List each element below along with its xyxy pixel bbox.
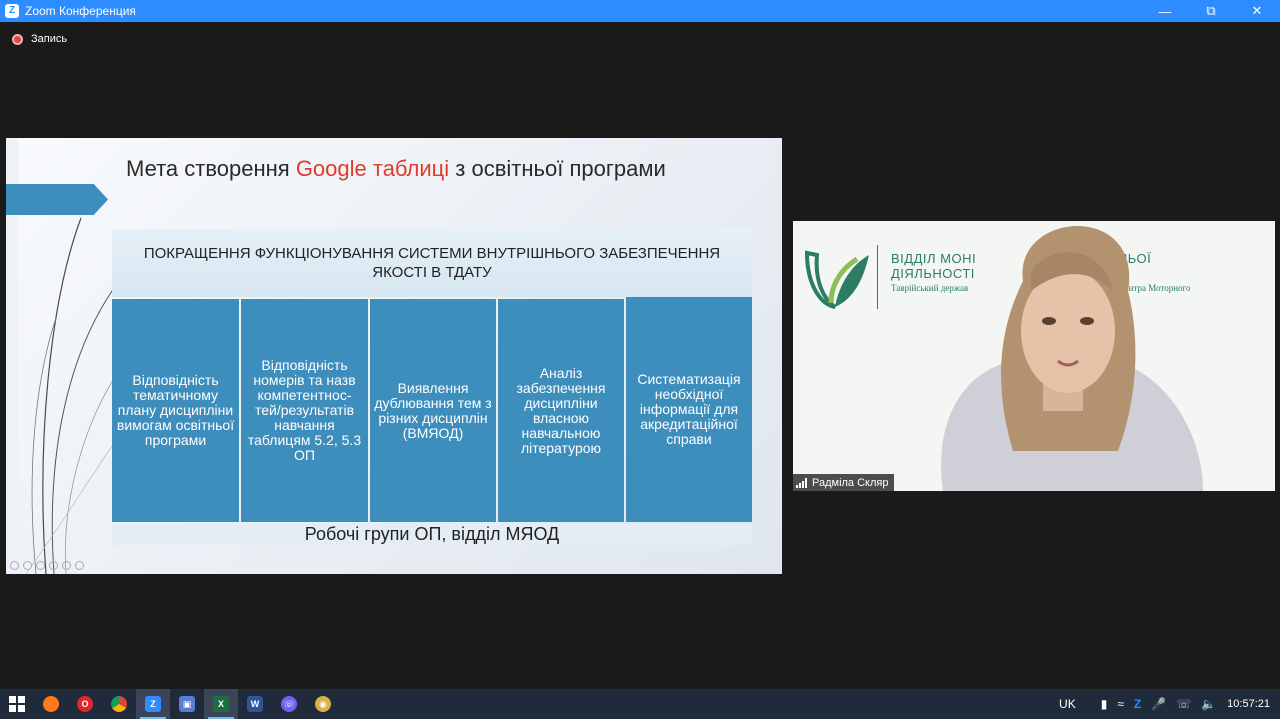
slide-title-part: Мета створення bbox=[126, 156, 296, 181]
slide-prev-icon[interactable] bbox=[10, 561, 19, 570]
system-tray: UK ▮ ≈ Z 🎤 ☏ 🔈 10:57:21 bbox=[1054, 689, 1280, 719]
slide-column-box: Аналіз забезпечення дисципліни власною н… bbox=[498, 299, 624, 522]
taskbar-clock[interactable]: 10:57:21 bbox=[1227, 698, 1270, 710]
zoom-logo-icon: Z bbox=[5, 4, 19, 18]
participant-video[interactable]: ВІДДІЛ МОНІВІТНЬОЇ ДІЯЛЬНОСТІ Таврійськи… bbox=[793, 221, 1275, 491]
slide-column-box: Відповідність номерів та назв компетентн… bbox=[241, 299, 368, 522]
excel-icon[interactable]: X bbox=[204, 689, 238, 719]
recording-indicator[interactable]: Запись bbox=[12, 33, 67, 45]
word-icon[interactable]: W bbox=[238, 689, 272, 719]
signal-strength-icon bbox=[796, 477, 807, 488]
slide-next-icon[interactable] bbox=[23, 561, 32, 570]
viber-icon[interactable]: ☏ bbox=[272, 689, 306, 719]
slide-column-box: Відповідність тематичному плану дисциплі… bbox=[112, 299, 239, 522]
chrome-icon[interactable] bbox=[102, 689, 136, 719]
slide-footer: Робочі групи ОП, відділ МЯОД bbox=[112, 524, 752, 545]
participant-person-image bbox=[941, 226, 1203, 491]
window-controls: — ⧉ ✕ bbox=[1142, 0, 1280, 22]
slide-nav-controls[interactable] bbox=[10, 561, 84, 570]
window-title: Zoom Конференция bbox=[25, 4, 136, 18]
minimize-icon[interactable]: — bbox=[1142, 0, 1188, 22]
battery-icon[interactable]: ▮ bbox=[1101, 697, 1108, 711]
slide-title: Мета створення Google таблиці з освітньо… bbox=[126, 156, 666, 182]
department-logo-icon bbox=[804, 250, 869, 309]
record-dot-icon bbox=[12, 33, 23, 45]
opera-icon[interactable]: O bbox=[68, 689, 102, 719]
logo-divider bbox=[877, 245, 878, 309]
slide-pen-icon[interactable] bbox=[36, 561, 45, 570]
slide-header-box: ПОКРАЩЕННЯ ФУНКЦІОНУВАННЯ СИСТЕМИ ВНУТРІ… bbox=[112, 229, 752, 297]
save-disk-icon[interactable]: ▣ bbox=[170, 689, 204, 719]
zoom-icon[interactable]: Z bbox=[136, 689, 170, 719]
participant-name: Радміла Скляр bbox=[812, 476, 889, 489]
participant-name-tag: Радміла Скляр bbox=[793, 474, 895, 491]
viber-tray-icon[interactable]: ☏ bbox=[1176, 697, 1191, 711]
wifi-icon[interactable]: ≈ bbox=[1117, 697, 1124, 711]
zoom-tray-icon[interactable]: Z bbox=[1134, 697, 1141, 711]
window-titlebar: Z Zoom Конференция — ⧉ ✕ bbox=[0, 0, 1280, 22]
slide-menu-icon[interactable] bbox=[49, 561, 58, 570]
slide-more-icon[interactable] bbox=[75, 561, 84, 570]
microphone-icon[interactable]: 🎤 bbox=[1151, 697, 1166, 711]
slide-column-box: Виявлення дублювання тем з різних дисцип… bbox=[370, 299, 496, 522]
restore-icon[interactable]: ⧉ bbox=[1188, 0, 1234, 22]
slide-title-part: з освітньої програми bbox=[449, 156, 666, 181]
firefox-icon[interactable] bbox=[34, 689, 68, 719]
paint-icon[interactable]: ◉ bbox=[306, 689, 340, 719]
slide-title-accent: Google таблиці bbox=[295, 156, 450, 181]
language-indicator[interactable]: UK bbox=[1059, 697, 1076, 711]
windows-taskbar: O Z ▣ X W ☏ ◉ UK ▮ ≈ Z 🎤 ☏ 🔈 10:57:21 bbox=[0, 689, 1280, 719]
slide-zoom-icon[interactable] bbox=[62, 561, 71, 570]
slide-arrow-shape bbox=[6, 184, 108, 215]
recording-label: Запись bbox=[31, 33, 68, 45]
volume-icon[interactable]: 🔈 bbox=[1201, 697, 1216, 711]
close-icon[interactable]: ✕ bbox=[1234, 0, 1280, 22]
shared-slide: Мета створення Google таблиці з освітньо… bbox=[6, 138, 782, 574]
windows-start-icon[interactable] bbox=[0, 689, 34, 719]
slide-column-box: Систематизація необхідної інформації для… bbox=[626, 297, 752, 522]
